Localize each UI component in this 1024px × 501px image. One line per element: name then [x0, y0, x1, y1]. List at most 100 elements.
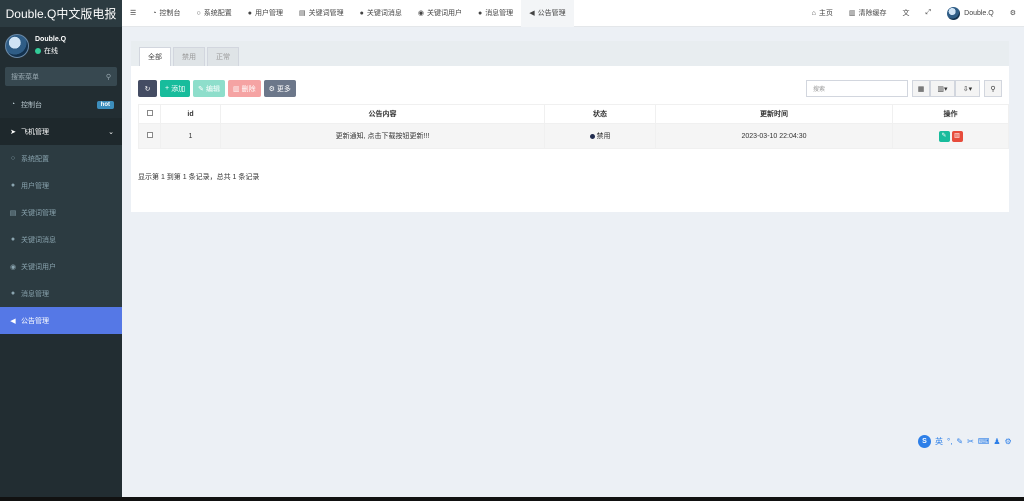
circle-icon: ○	[10, 155, 16, 162]
comment-icon: ●	[10, 236, 16, 243]
navbar-username: Double.Q	[964, 9, 994, 17]
row-select-cell	[138, 123, 161, 149]
fullscreen-button[interactable]: ⤢	[918, 0, 940, 27]
tab-all[interactable]: 全部	[139, 47, 171, 66]
sidebar-item-keyword-users[interactable]: ◉ 关键词用户	[0, 253, 122, 280]
tab-keyword-messages[interactable]: ● 关键词消息	[352, 0, 410, 27]
dashboard-icon: ◔	[10, 101, 16, 108]
sidebar: Double.Q中文版电报 Double.Q 在线 搜索菜单 ⚲ ◔ 控制台 ho…	[0, 0, 122, 501]
table-search-input[interactable]: 搜索	[806, 80, 908, 97]
sidebar-item-label: 飞机管理	[21, 128, 49, 136]
toggle-view-button[interactable]: ▦	[912, 80, 930, 97]
bullhorn-icon: ◀	[10, 317, 16, 325]
home-link[interactable]: ⌂ 主页	[804, 0, 841, 27]
sidebar-item-label: 公告管理	[21, 317, 49, 325]
sidebar-item-announcement-management[interactable]: ◀ 公告管理	[0, 307, 122, 334]
cell-content: 更新通知, 点击下载按钮更新!!!	[220, 123, 545, 149]
language-button[interactable]: 文	[895, 0, 918, 27]
cog-icon: ⚙	[268, 85, 275, 93]
delete-button[interactable]: ▥ 删除	[227, 80, 261, 97]
export-button[interactable]: ⇩▾	[955, 80, 980, 97]
row-delete-button[interactable]: ▥	[951, 130, 963, 142]
tab-keyword-management[interactable]: ▤ 关键词管理	[291, 0, 352, 27]
refresh-button[interactable]: ↻	[138, 80, 157, 97]
tab-label: 消息管理	[485, 10, 514, 17]
sidebar-item-keyword-management[interactable]: ▤ 关键词管理	[0, 199, 122, 226]
dashboard-icon: ◔	[152, 9, 157, 17]
cell-status: 禁用	[544, 123, 656, 149]
ime-toolbar: S 英 °, ✎ ✂ ⌨ ♟ ⚙	[918, 434, 1022, 449]
keyboard-icon[interactable]: ⌨	[978, 437, 990, 446]
tab-user-management[interactable]: ● 用户管理	[240, 0, 291, 27]
edit-label: 编辑	[205, 85, 220, 93]
sidebar-item-label: 控制台	[21, 101, 42, 109]
sidebar-item-keyword-messages[interactable]: ● 关键词消息	[0, 226, 122, 253]
top-navbar: ☰ ◔ 控制台 ○ 系统配置 ● 用户管理 ▤ 关键词管理 ● 关键词消息 ◉ 关键词用户 …	[122, 0, 1024, 27]
row-edit-button[interactable]: ✎	[938, 130, 950, 142]
sidebar-item-label: 系统配置	[21, 155, 49, 163]
column-header-id[interactable]: id	[160, 104, 221, 124]
settings-button[interactable]: ⚙	[1002, 0, 1024, 27]
expand-icon: ⤢	[925, 9, 932, 16]
tools-icon[interactable]: ✂	[967, 437, 974, 446]
table-toolbar: ↻ + 添加 ✎ 编辑 ▥ 删除 ⚙ 更多	[138, 80, 299, 97]
row-checkbox[interactable]	[146, 132, 153, 138]
user-status-label: 在线	[44, 47, 58, 55]
menu-icon: ☰	[130, 10, 137, 17]
columns-button[interactable]: ▥▾	[930, 80, 955, 97]
user-menu[interactable]: Double.Q	[939, 0, 1002, 27]
tab-message-management[interactable]: ● 消息管理	[470, 0, 521, 27]
column-header-updated[interactable]: 更新时间	[655, 104, 893, 124]
file-icon: ▤	[298, 10, 306, 17]
select-all-cell	[138, 104, 161, 124]
sidebar-item-label: 消息管理	[21, 290, 49, 298]
sidebar-item-user-management[interactable]: ● 用户管理	[0, 172, 122, 199]
announcement-table: id 公告内容 状态 更新时间 操作 1 更新通知, 点击下载按钮更新!!! 禁…	[138, 104, 1009, 149]
advanced-search-button[interactable]: ⚲	[984, 80, 1002, 97]
edit-button[interactable]: ✎ 编辑	[193, 80, 225, 97]
comment-icon: ●	[359, 9, 364, 17]
ime-logo-icon[interactable]: S	[918, 435, 931, 448]
column-header-status[interactable]: 状态	[544, 104, 656, 124]
sidebar-search-input[interactable]: 搜索菜单 ⚲	[5, 67, 117, 86]
search-icon[interactable]: ⚲	[106, 73, 111, 81]
sidebar-menu: ◔ 控制台 hot ➤ 飞机管理 ⌄ ○ 系统配置 ● 用户管理 ▤ 关键词管理 ● 关键词…	[0, 91, 122, 334]
tab-announcement-management[interactable]: ◀ 公告管理	[521, 0, 574, 27]
tab-label: 关键词用户	[426, 10, 462, 17]
search-placeholder: 搜索	[813, 87, 826, 93]
column-header-content[interactable]: 公告内容	[220, 104, 545, 124]
handwriting-icon[interactable]: ✎	[956, 437, 963, 446]
settings-icon[interactable]: ⚙	[1005, 437, 1012, 446]
tab-keyword-users[interactable]: ◉ 关键词用户	[410, 0, 470, 27]
search-icon: ⚲	[990, 85, 996, 93]
tab-label: 用户管理	[254, 10, 283, 17]
status-label: 禁用	[596, 133, 611, 140]
sidebar-toggle-button[interactable]: ☰	[122, 0, 144, 27]
table-row[interactable]: 1 更新通知, 点击下载按钮更新!!! 禁用 2023-03-10 22:04:…	[138, 123, 1009, 149]
ime-language-toggle[interactable]: 英	[935, 436, 943, 447]
more-button[interactable]: ⚙ 更多	[263, 80, 296, 97]
tab-system-config[interactable]: ○ 系统配置	[189, 0, 240, 27]
tab-normal[interactable]: 正常	[207, 47, 239, 66]
clear-cache-button[interactable]: ▥ 清除缓存	[841, 0, 895, 27]
brand-logo[interactable]: Double.Q中文版电报	[0, 0, 122, 27]
refresh-icon: ↻	[144, 85, 151, 93]
sidebar-item-dashboard[interactable]: ◔ 控制台 hot	[0, 91, 122, 118]
tab-dashboard[interactable]: ◔ 控制台	[144, 0, 188, 27]
sidebar-item-message-management[interactable]: ● 消息管理	[0, 280, 122, 307]
add-button[interactable]: + 添加	[160, 80, 191, 97]
select-all-checkbox[interactable]	[146, 110, 153, 116]
paper-plane-icon: ➤	[10, 128, 16, 136]
user-circle-icon: ◉	[9, 263, 17, 271]
avatar	[5, 33, 29, 58]
translate-icon: 文	[902, 10, 910, 17]
punctuation-icon[interactable]: °,	[947, 437, 952, 446]
tab-disabled[interactable]: 禁用	[173, 47, 205, 66]
skin-icon[interactable]: ♟	[993, 437, 1000, 446]
table-icon: ▦	[917, 85, 925, 93]
table-search-tools: 搜索 ▦ ▥▾ ⇩▾ ⚲	[806, 80, 1002, 97]
tab-label: 关键词管理	[308, 10, 344, 17]
sidebar-item-system-config[interactable]: ○ 系统配置	[0, 145, 122, 172]
pencil-icon: ✎	[941, 132, 947, 139]
sidebar-item-plane-management[interactable]: ➤ 飞机管理 ⌄	[0, 118, 122, 145]
